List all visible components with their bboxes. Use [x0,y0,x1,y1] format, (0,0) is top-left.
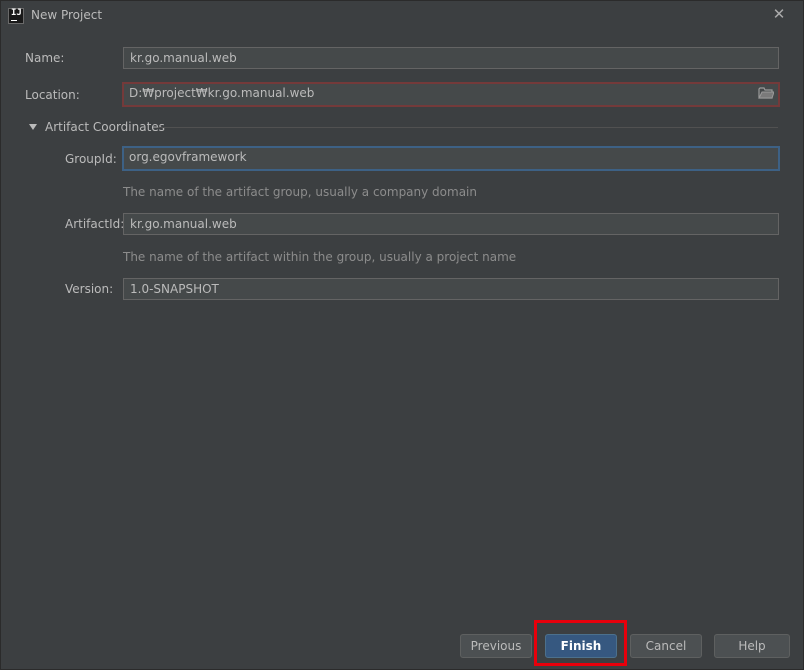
section-expand-arrow-icon[interactable] [29,124,37,130]
intellij-app-icon: IJ [8,8,24,24]
window-title: New Project [31,8,103,22]
help-button[interactable]: Help [714,634,790,658]
location-field[interactable]: D:₩project₩kr.go.manual.web [122,82,780,107]
artifact-section-title[interactable]: Artifact Coordinates [45,120,165,134]
name-field[interactable]: kr.go.manual.web [123,47,779,69]
version-field[interactable]: 1.0-SNAPSHOT [123,278,779,300]
previous-button[interactable]: Previous [460,634,532,658]
version-label: Version: [65,282,114,296]
app-icon-underline [11,20,17,21]
location-value: D:₩project₩kr.go.manual.web [129,86,315,100]
section-divider [158,127,778,128]
groupid-field[interactable]: org.egovframework [122,146,780,171]
artifactid-hint: The name of the artifact within the grou… [123,250,517,264]
cancel-button[interactable]: Cancel [630,634,702,658]
app-icon-text: IJ [11,8,22,18]
name-label: Name: [25,51,65,65]
artifactid-label: ArtifactId: [65,217,125,231]
folder-icon[interactable] [758,86,774,100]
groupid-label: GroupId: [65,152,117,166]
close-icon[interactable]: ✕ [772,6,786,22]
groupid-hint: The name of the artifact group, usually … [123,185,477,199]
location-label: Location: [25,88,80,102]
finish-highlight-box [534,620,627,666]
title-bar: IJ New Project ✕ [0,0,804,30]
artifactid-field[interactable]: kr.go.manual.web [123,213,779,235]
